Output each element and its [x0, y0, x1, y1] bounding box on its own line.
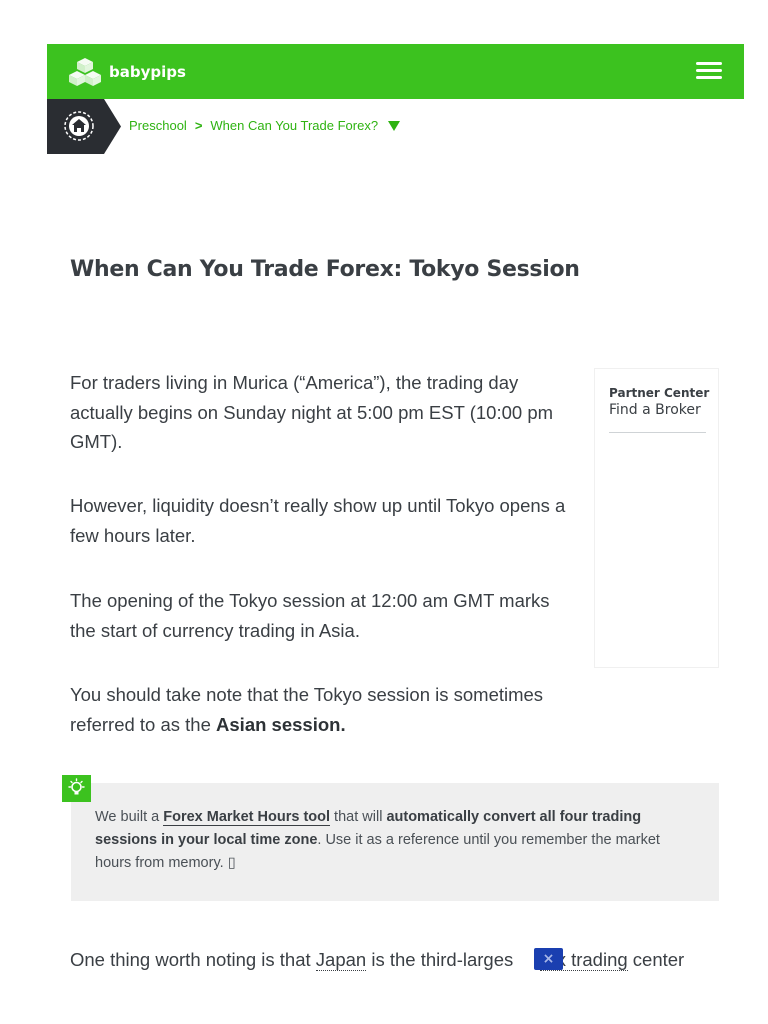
hamburger-menu-icon[interactable]	[696, 62, 722, 82]
paragraph-4: You should take note that the Tokyo sess…	[70, 680, 570, 739]
japan-link[interactable]: Japan	[315, 949, 367, 971]
site-header: babypips	[47, 44, 744, 99]
page-title: When Can You Trade Forex: Tokyo Session	[70, 257, 580, 282]
partner-center-label: Partner Center	[609, 386, 710, 400]
cubes-logo-icon	[69, 58, 101, 86]
divider	[609, 432, 706, 433]
home-button[interactable]	[47, 99, 121, 154]
emoji-glyph: ▯	[227, 855, 236, 871]
brand-logo[interactable]: babypips	[69, 56, 186, 88]
breadcrumb: Preschool > When Can You Trade Forex?	[129, 118, 401, 133]
lightbulb-icon	[62, 775, 91, 802]
paragraph-1: For traders living in Murica (“America”)…	[70, 372, 554, 452]
paragraph-5-text-1: One thing worth noting is that	[70, 949, 316, 970]
find-a-broker-link[interactable]: Find a Broker	[609, 402, 701, 418]
breadcrumb-separator: >	[194, 118, 203, 133]
paragraph-2: However, liquidity doesn’t really show u…	[70, 495, 566, 546]
tip-text-2: that will	[330, 809, 387, 825]
breadcrumb-preschool[interactable]: Preschool	[129, 118, 187, 133]
paragraph-3: The opening of the Tokyo session at 12:0…	[70, 590, 550, 641]
brand-name: babypips	[109, 63, 186, 81]
page: babypips Preschool > When Can You Trade …	[0, 0, 768, 1024]
tip-text: We built a Forex Market Hours tool that …	[95, 806, 695, 875]
paragraph-5-text-2: is the third-larges	[366, 949, 514, 970]
tip-text-1: We built a	[95, 809, 164, 825]
partner-center-widget: Partner Center Find a Broker	[594, 368, 719, 668]
paragraph-5: One thing worth noting is that Japan is …	[70, 945, 730, 975]
breadcrumb-current[interactable]: When Can You Trade Forex?	[210, 118, 378, 133]
close-ad-button[interactable]: ×	[534, 948, 563, 970]
forex-market-hours-link[interactable]: Forex Market Hours tool	[163, 809, 331, 826]
asian-session-bold: Asian session.	[216, 713, 346, 735]
chevron-down-icon[interactable]	[388, 120, 401, 131]
tip-box: We built a Forex Market Hours tool that …	[71, 783, 719, 901]
paragraph-5-text-3: center	[627, 949, 685, 970]
